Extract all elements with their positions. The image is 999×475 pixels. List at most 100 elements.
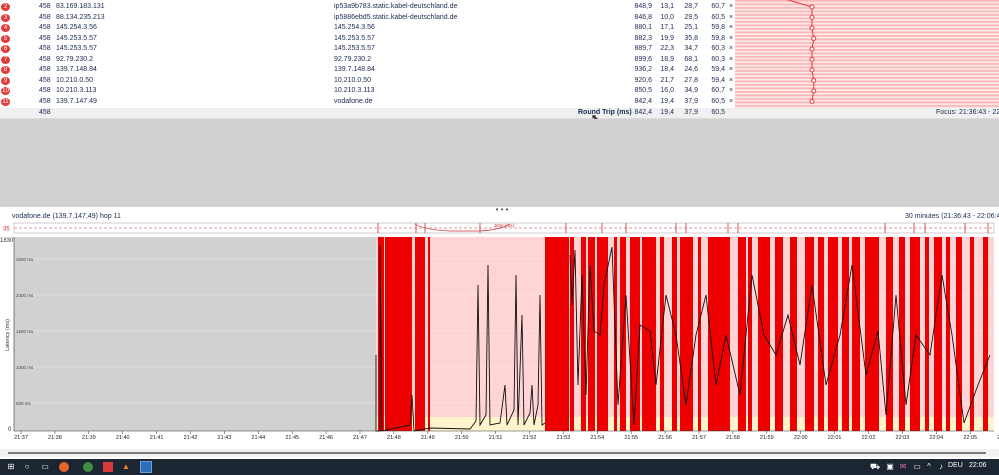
loss-bar [790, 237, 797, 431]
trace-point [809, 4, 815, 10]
clock[interactable]: 22:06 [969, 462, 987, 469]
hop-mark: × [729, 87, 734, 94]
task-view-icon[interactable]: ▭ [40, 462, 50, 472]
hop-mark: × [729, 34, 734, 42]
y-tick-label: 2000 ms [16, 293, 34, 298]
loss-bar [805, 237, 814, 431]
loss-bar [910, 237, 920, 431]
hop-ip: 10.210.3.113 [56, 87, 97, 94]
hop-min: 10,0 [660, 13, 674, 21]
hop-mark: × [729, 66, 734, 73]
x-tick-label: 21:51 [489, 435, 503, 440]
hop-number-badge: 6 [1, 45, 10, 53]
hop-min: 19,4 [660, 97, 674, 105]
latency-graph[interactable]: 1830 2500 ms 2000 ms 1500 ms 1000 ms 500 ms 0 L… [0, 235, 999, 440]
hop-cur: 34,7 [684, 45, 698, 52]
hop-mark: × [729, 3, 734, 10]
jitter-label: Jitter (ms) [494, 223, 514, 228]
hop-cur: 25,1 [684, 24, 698, 31]
loss-bar [545, 237, 569, 431]
hop-ip: 145.253.5.57 [56, 45, 97, 52]
loss-bar [925, 237, 929, 431]
hop-mark: × [729, 76, 734, 84]
hop-ip: 92.79.230.2 [56, 55, 93, 63]
x-tick-label: 21:48 [387, 435, 401, 440]
hop-avg: 880,1 [634, 24, 652, 31]
x-tick-label: 21:40 [116, 435, 130, 440]
x-tick-label: 22:03 [896, 435, 910, 440]
x-tick-label: 22:01 [828, 435, 842, 440]
hop-pl: 59,4 [711, 66, 725, 73]
app-icon[interactable] [103, 462, 113, 472]
loss-bar [672, 237, 677, 431]
hop-avg: 920,6 [634, 76, 652, 84]
horizontal-scrollbar[interactable] [0, 449, 999, 457]
summary-cur: 37,9 [684, 109, 698, 116]
graph-time-range[interactable]: 30 minutes (21:36:43 - 22:06:43) [905, 212, 999, 222]
x-tick-label: 21:41 [150, 435, 164, 440]
hop-min: 16,0 [660, 87, 674, 94]
trace-point [809, 46, 815, 52]
chrome-icon[interactable] [83, 462, 93, 472]
chevron-up-icon[interactable]: ^ [924, 462, 934, 472]
y-axis-title: Latency (ms) [5, 319, 11, 351]
hop-cur: 27,8 [684, 76, 698, 84]
loss-bar [581, 237, 586, 431]
trace-point [809, 99, 815, 104]
loss-bar [708, 237, 730, 431]
hop-pl: 60,5 [711, 97, 725, 105]
hop-count: 458 [39, 55, 51, 63]
hop-number-badge: 2 [1, 3, 10, 11]
search-icon[interactable]: ○ [22, 462, 32, 472]
loss-bar [748, 237, 752, 431]
vlc-icon[interactable]: ▲ [121, 462, 131, 472]
trace-point [811, 78, 817, 83]
summary-row[interactable]: 458 Round Trip (ms) 842,4 19,4 37,9 60,5… [0, 108, 999, 124]
taskbar: ⊞ ○ ▭ ▲ ⛟ ▣ ✉ ▭ ^ ♪ DEU 22:06 [0, 459, 999, 475]
hop-min: 18,9 [660, 55, 674, 63]
tray-icon-3[interactable]: ✉ [898, 462, 908, 472]
hop-cur: 37,9 [684, 97, 698, 105]
x-tick-label: 22:04 [929, 435, 943, 440]
hop-min: 19,9 [660, 34, 674, 42]
hop-ip: 88.134.235.213 [56, 13, 105, 21]
volume-icon[interactable]: ♪ [936, 462, 946, 472]
hop-cur: 68,1 [684, 55, 698, 63]
x-tick-label: 21:42 [184, 435, 198, 440]
loss-bar [428, 237, 430, 431]
hop-pl: 60,7 [711, 87, 725, 94]
loss-bar [934, 237, 942, 431]
hop-hostname: 145.254.3.56 [334, 24, 375, 31]
language-indicator[interactable]: DEU [948, 462, 963, 469]
pingplotter-icon[interactable] [140, 461, 152, 473]
x-tick-label: 21:52 [523, 435, 537, 440]
x-tick-label: 22:05 [963, 435, 977, 440]
hop-ip: 139.7.147.49 [56, 97, 97, 105]
x-tick-label: 21:38 [48, 435, 62, 440]
battery-icon[interactable]: ▭ [912, 462, 922, 472]
x-tick-label: 21:57 [692, 435, 706, 440]
x-tick-label: 22:02 [862, 435, 876, 440]
x-tick-label: 21:37 [14, 435, 28, 440]
hop-ip: 10.210.0.50 [56, 76, 93, 84]
tray-icon-2[interactable]: ▣ [885, 462, 895, 472]
hop-ip: 139.7.148.84 [56, 66, 97, 73]
start-icon[interactable]: ⊞ [6, 462, 16, 472]
tray-icon-1[interactable]: ⛟ [870, 462, 880, 472]
scrollbar-thumb[interactable] [8, 452, 986, 454]
x-tick-label: 21:58 [726, 435, 740, 440]
hop-min: 22,3 [660, 45, 674, 52]
hop-mark: × [729, 24, 734, 31]
hop-min: 13,1 [660, 3, 674, 10]
hop-pl: 60,7 [711, 3, 725, 10]
trace-point [811, 88, 817, 94]
focus-range: Focus: 21:36:43 - 22:06:43 [936, 109, 999, 116]
hop-mark: × [729, 13, 734, 21]
hop-avg: 889,7 [634, 45, 652, 52]
hop-number-badge: 8 [1, 66, 10, 74]
y-tick-label: 0 [8, 427, 12, 433]
firefox-icon[interactable] [59, 462, 69, 472]
graph-title: vodafone.de (139.7.147.49) hop 11 [12, 213, 121, 220]
hop-cur: 34,9 [684, 87, 698, 94]
hop-avg: 850,5 [634, 87, 652, 94]
